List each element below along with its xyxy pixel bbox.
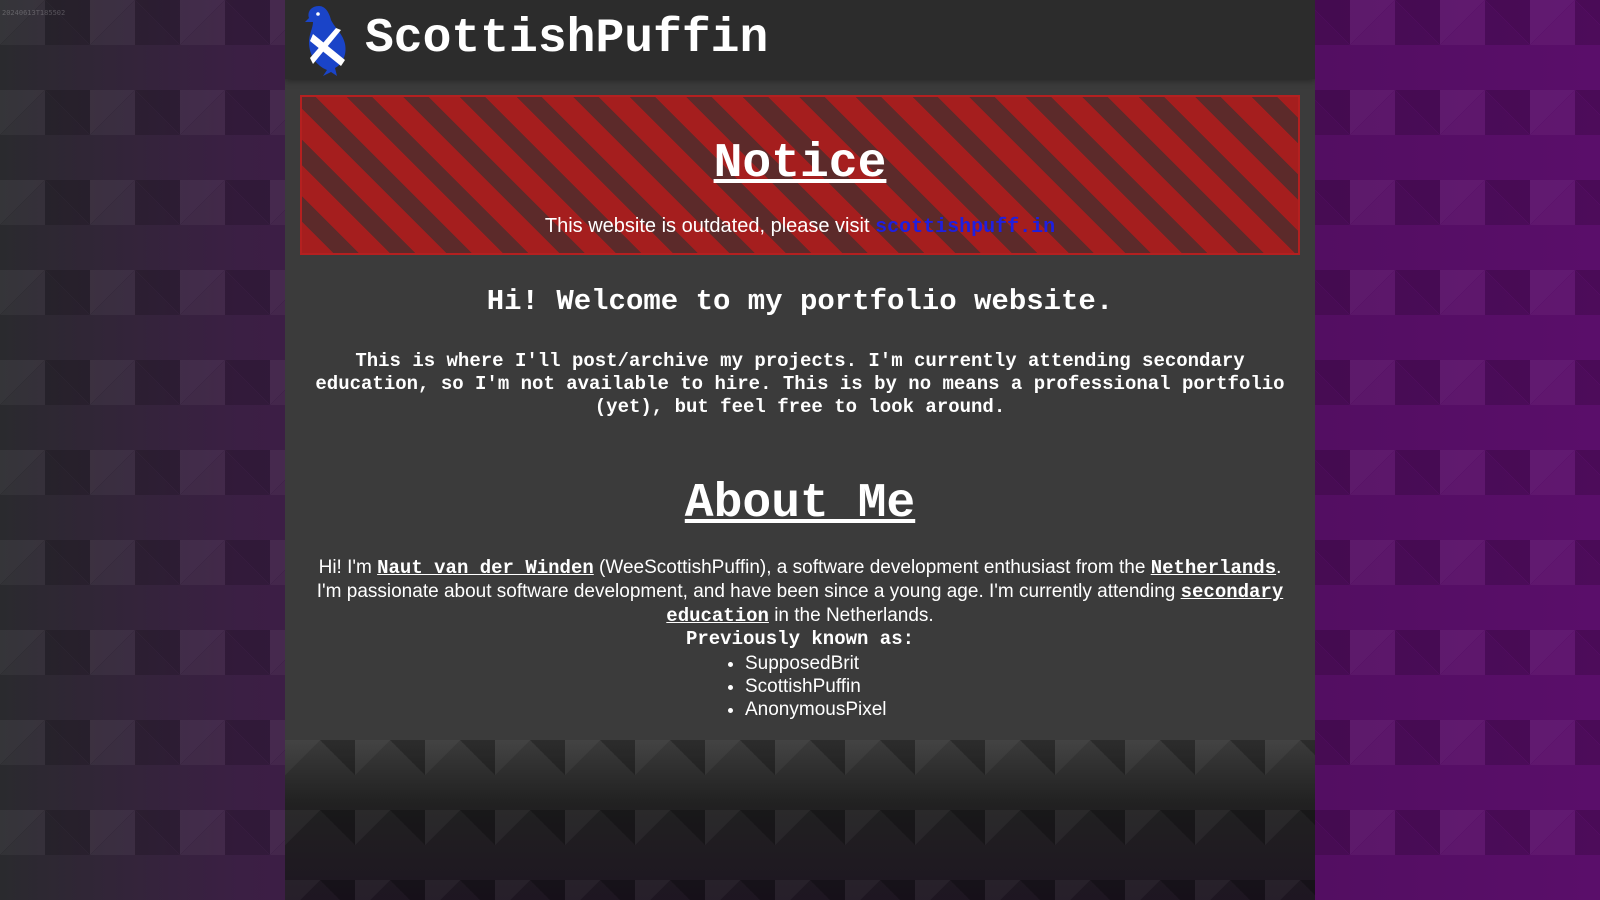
timestamp-stamp: 20240613T185502 [2,9,66,17]
notice-message: This website is outdated, please visit s… [302,215,1298,239]
site-header: ScottishPuffin [285,0,1315,79]
about-me-paragraph: Hi! I'm Naut van der Winden (WeeScottish… [305,556,1295,628]
intro-paragraph: This is where I'll post/archive my proje… [315,350,1285,418]
welcome-heading: Hi! Welcome to my portfolio website. [486,285,1114,318]
outdated-notice-banner: Notice This website is outdated, please … [300,95,1300,255]
list-item: SupposedBrit [745,652,887,675]
netherlands-link[interactable]: Netherlands [1151,557,1276,579]
about-text-2: (WeeScottishPuffin), a software developm… [593,557,1151,578]
site-title[interactable]: ScottishPuffin [365,12,768,66]
list-item: ScottishPuffin [745,675,887,698]
footer-pattern [285,740,1315,900]
name-link[interactable]: Naut van der Winden [377,557,594,579]
notice-title: Notice [713,137,887,191]
previously-known-as-list: SupposedBrit ScottishPuffin AnonymousPix… [715,652,887,721]
about-text-4: in the Netherlands. [768,605,934,626]
about-me-heading: About Me [684,477,916,531]
previously-known-as-label: Previously known as: [685,628,915,650]
list-item: AnonymousPixel [745,698,887,721]
notice-text: This website is outdated, please visit [544,215,876,237]
puffin-saltire-logo-icon[interactable] [301,4,349,76]
main-page: ScottishPuffin Notice This website is ou… [285,0,1315,900]
new-site-link[interactable]: scottishpuff.in [875,216,1055,239]
about-text-1: Hi! I'm [318,557,378,578]
